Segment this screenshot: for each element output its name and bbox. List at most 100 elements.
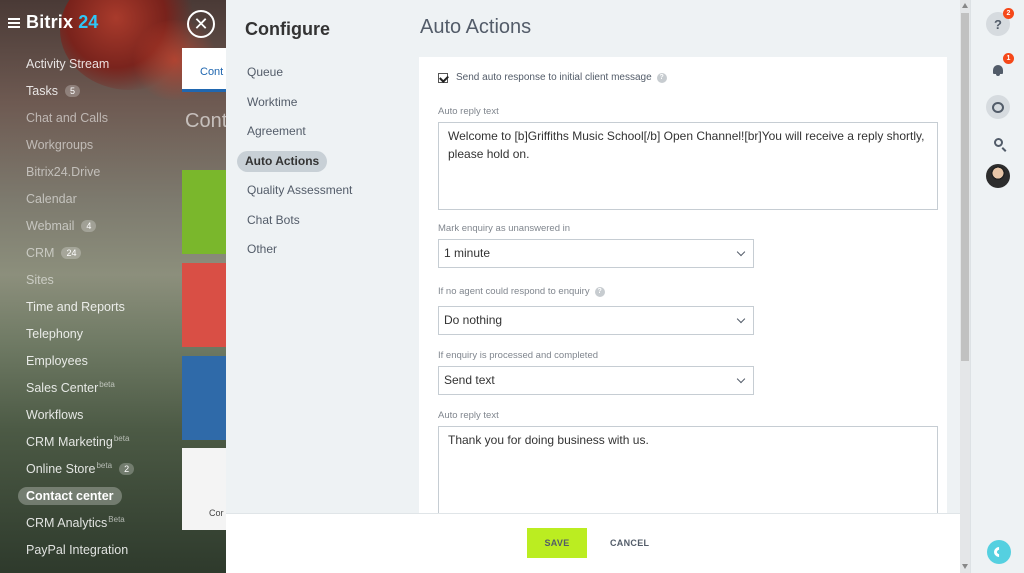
menu-item-activity-stream[interactable]: Activity Stream (26, 55, 109, 73)
configure-title: Configure (245, 19, 330, 39)
menu-item-calendar[interactable]: Calendar (26, 190, 77, 208)
close-slider-button[interactable]: ✕ (187, 10, 215, 38)
help-icon[interactable]: ? (656, 72, 667, 83)
send-auto-response-row: Send auto response to initial client mes… (438, 72, 667, 83)
auto-reply-label-2: Auto reply text (438, 410, 499, 421)
underlying-title: Cont (185, 110, 228, 132)
underlying-card-white[interactable]: Cor (182, 448, 226, 530)
counter-badge: 5 (64, 85, 80, 97)
help-button[interactable]: ? 2 (986, 8, 1014, 36)
menu-item-label: CRM Analytics (26, 516, 108, 530)
counter-badge: 4 (81, 220, 97, 232)
nav-item-queue[interactable]: Queue (246, 62, 353, 83)
auto-reply-textarea-2[interactable]: Thank you for doing business with us. (438, 426, 938, 514)
notifications-button[interactable]: 1 (986, 53, 1014, 81)
nav-item-worktime[interactable]: Worktime (246, 92, 353, 113)
nav-item-auto-actions[interactable]: Auto Actions (237, 150, 328, 172)
menu-item-tasks[interactable]: Tasks 5 (26, 82, 80, 100)
menu-item-label: Chat and Calls (26, 111, 108, 125)
chat-bubble-icon (992, 101, 1004, 113)
logo-text: Bitrix (26, 12, 74, 32)
menu-item-label: CRM (26, 246, 55, 260)
notifications-badge: 1 (1003, 53, 1014, 64)
nav-item-other[interactable]: Other (246, 239, 353, 260)
unanswered-select[interactable]: 1 minute (438, 239, 754, 268)
beta-tag: beta (99, 379, 115, 389)
left-menu: Bitrix 24 Activity Stream Tasks 5 Chat an… (0, 0, 182, 573)
save-button[interactable]: SAVE (527, 528, 587, 558)
logo-number: 24 (78, 12, 99, 32)
menu-item-label: Calendar (26, 192, 77, 206)
menu-item-chat-and-calls[interactable]: Chat and Calls (26, 109, 108, 127)
no-agent-label: If no agent could respond to enquiry (438, 286, 590, 297)
scroll-down-arrow-icon[interactable] (962, 564, 968, 569)
beta-tag: Beta (108, 514, 125, 524)
menu-item-label: Time and Reports (26, 300, 125, 314)
right-rail: ? 2 1 (970, 0, 1024, 573)
menu-item-label: Sales Center (26, 381, 99, 395)
processed-select-value: Send text (444, 373, 495, 387)
underlying-tab[interactable]: Cont (182, 48, 226, 92)
chevron-down-icon (736, 247, 746, 257)
menu-item-label: Bitrix24.Drive (26, 165, 101, 179)
scrollbar-thumb[interactable] (961, 13, 969, 361)
scroll-up-arrow-icon[interactable] (962, 3, 968, 8)
menu-item-workgroups[interactable]: Workgroups (26, 136, 93, 154)
auto-reply-textarea-1[interactable]: Welcome to [b]Griffiths Music School[/b]… (438, 122, 938, 210)
menu-item-crm-marketing[interactable]: CRM Marketing beta (26, 433, 129, 451)
configure-nav: Queue Worktime Agreement Auto Actions Qu… (237, 62, 353, 269)
nav-item-quality-assessment[interactable]: Quality Assessment (246, 180, 353, 201)
send-auto-response-checkbox[interactable] (438, 72, 448, 83)
menu-item-online-store[interactable]: Online Store beta 2 (26, 460, 135, 478)
configure-slider: Configure Queue Worktime Agreement Auto … (226, 0, 970, 573)
open-channels-button[interactable] (986, 95, 1010, 119)
menu-item-crm-analytics[interactable]: CRM Analytics Beta (26, 514, 125, 532)
menu-item-label: Telephony (26, 327, 83, 341)
menu-item-time-and-reports[interactable]: Time and Reports (26, 298, 125, 316)
menu-item-label: Online Store (26, 462, 96, 476)
scrollbar[interactable] (960, 0, 970, 573)
nav-item-chat-bots[interactable]: Chat Bots (246, 210, 353, 231)
menu-item-label: Employees (26, 354, 88, 368)
search-button[interactable] (986, 130, 1010, 154)
bell-icon (993, 64, 1003, 76)
help-badge: 2 (1003, 8, 1014, 19)
beta-tag: beta (96, 460, 113, 470)
send-auto-response-label: Send auto response to initial client mes… (456, 72, 652, 83)
nav-item-agreement[interactable]: Agreement (246, 121, 353, 142)
menu-item-paypal-integration[interactable]: PayPal Integration (26, 541, 128, 559)
menu-item-label: Workgroups (26, 138, 94, 152)
user-avatar[interactable] (986, 164, 1010, 188)
underlying-card-blue[interactable] (182, 356, 226, 440)
menu-item-contact-center[interactable]: Contact center (18, 487, 122, 505)
menu-item-telephony[interactable]: Telephony (26, 325, 83, 343)
counter-badge: 24 (61, 247, 82, 259)
menu-item-crm[interactable]: CRM 24 (26, 244, 82, 262)
processed-select[interactable]: Send text (438, 366, 754, 395)
cancel-button[interactable]: CANCEL (610, 528, 649, 558)
underlying-card-green[interactable] (182, 170, 226, 254)
phone-icon (991, 544, 1007, 560)
menu-burger-icon[interactable] (8, 17, 20, 28)
menu-item-label: PayPal Integration (26, 543, 129, 557)
menu-item-label: CRM Marketing (26, 435, 113, 449)
menu-item-drive[interactable]: Bitrix24.Drive (26, 163, 100, 181)
beta-tag: beta (113, 433, 130, 443)
menu-item-label: Workflows (26, 408, 84, 422)
page-title: Auto Actions (420, 16, 532, 38)
underlying-card-red[interactable] (182, 263, 226, 347)
menu-item-sales-center[interactable]: Sales Center beta (26, 379, 115, 397)
menu-item-label: Activity Stream (26, 57, 110, 71)
auto-reply-label-1: Auto reply text (438, 106, 499, 117)
help-icon[interactable]: ? (594, 286, 605, 297)
telephony-button[interactable] (987, 540, 1011, 564)
logo[interactable]: Bitrix 24 (8, 12, 98, 33)
processed-label: If enquiry is processed and completed (438, 350, 599, 361)
menu-item-label: Tasks (26, 84, 58, 98)
menu-item-employees[interactable]: Employees (26, 352, 88, 370)
menu-item-workflows[interactable]: Workflows (26, 406, 83, 424)
menu-item-webmail[interactable]: Webmail 4 (26, 217, 97, 235)
question-icon: ? (994, 16, 1002, 32)
no-agent-select[interactable]: Do nothing (438, 306, 754, 335)
menu-item-sites[interactable]: Sites (26, 271, 54, 289)
